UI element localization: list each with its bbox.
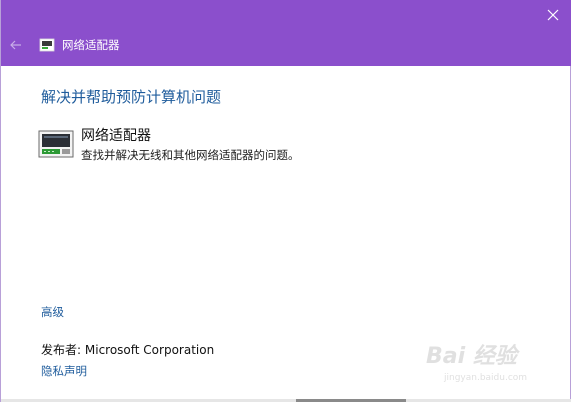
troubleshooter-window: 网络适配器 解决并帮助预防计算机问题 网络适配器 查找并解决无线和其他网络适配器… (0, 0, 571, 402)
back-arrow-icon (10, 40, 21, 50)
network-adapter-small-icon (39, 37, 55, 52)
publisher-label: 发布者: (41, 343, 82, 357)
advanced-link[interactable]: 高级 (41, 304, 64, 320)
close-icon (547, 9, 559, 21)
close-button[interactable] (542, 4, 564, 26)
watermark-logo-text: Bai 经验 (426, 344, 517, 369)
publisher-info: 发布者: Microsoft Corporation (41, 342, 214, 358)
watermark: Bai 经验 jingyan.baidu.com (426, 344, 556, 386)
publisher-value: Microsoft Corporation (84, 343, 215, 357)
back-button[interactable] (7, 36, 25, 54)
title-bar: 网络适配器 (1, 0, 571, 66)
watermark-url-text: jingyan.baidu.com (444, 373, 528, 383)
privacy-statement-link[interactable]: 隐私声明 (41, 363, 87, 379)
network-adapter-troubleshooter-item[interactable]: 网络适配器 查找并解决无线和其他网络适配器的问题。 (37, 124, 377, 168)
window-title: 网络适配器 (62, 38, 120, 52)
page-heading: 解决并帮助预防计算机问题 (41, 88, 222, 106)
network-adapter-icon (37, 130, 75, 160)
item-title: 网络适配器 (81, 128, 151, 144)
item-description: 查找并解决无线和其他网络适配器的问题。 (81, 148, 300, 162)
